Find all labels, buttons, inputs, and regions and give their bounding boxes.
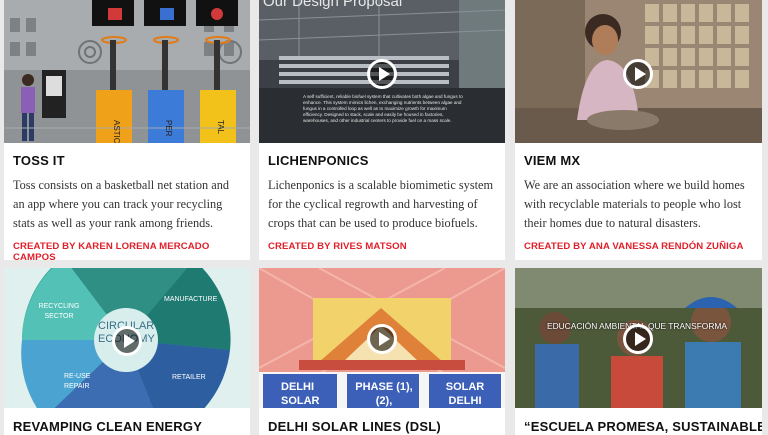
thumb-caption: A self sufficient, reliable biofuel syst… [303,94,463,123]
card-credit[interactable]: CREATED BY RIVES MATSON [268,241,407,252]
card-title[interactable]: TOSS IT [13,153,65,168]
thumb-heading: Our Design Proposal [263,0,403,10]
project-card[interactable]: RECYCLING SECTOR MANUFACTURE CIRCULAR EC… [4,268,250,435]
card-credit[interactable]: CREATED BY ANA VANESSA RENDÓN ZUÑIGA [524,241,743,252]
project-thumbnail[interactable]: DELHI SOLAR PHASE (1), (2), SOLAR DELHI [259,268,505,408]
thumb-label: ASTIC [112,120,121,143]
project-card[interactable]: EDUCACIÓN AMBIENTAL QUE TRANSFORMA “ESCU… [515,268,762,435]
thumb-label: MANUFACTURE [164,296,218,303]
project-card[interactable]: Our Design Proposal A self sufficient, r… [259,0,505,260]
card-title[interactable]: LICHENPONICS [268,153,369,168]
card-description: Lichenponics is a scalable biomimetic sy… [268,178,494,230]
card-title[interactable]: VIEM MX [524,153,580,168]
thumb-label: SOLAR DELHI [445,381,485,407]
play-icon[interactable] [623,324,653,354]
play-icon[interactable] [112,326,142,356]
project-thumbnail[interactable]: EDUCACIÓN AMBIENTAL QUE TRANSFORMA [515,268,762,408]
card-title[interactable]: DELHI SOLAR LINES (DSL) [268,419,441,434]
play-icon[interactable] [367,59,397,89]
thumb-label: RE-USE REPAIR [64,373,91,390]
card-title[interactable]: REVAMPING CLEAN ENERGY [13,419,202,434]
project-card[interactable]: VIEM MX We are an association where we b… [515,0,762,260]
play-icon[interactable] [367,324,397,354]
project-card[interactable]: ASTIC PER TAL TOSS IT Toss consists on a… [4,0,250,260]
project-thumbnail[interactable]: ASTIC PER TAL [4,0,250,143]
card-title[interactable]: “ESCUELA PROMESA, SUSTAINABLE [524,419,762,434]
card-description: We are an association where we build hom… [524,178,745,230]
thumb-label: TAL [216,120,225,135]
thumb-label: RETAILER [172,374,206,381]
thumb-label: PHASE (1), (2), [355,381,413,407]
card-credit[interactable]: CREATED BY KAREN LORENA MERCADO CAMPOS [13,241,250,260]
thumb-label: DELHI SOLAR [281,381,320,407]
thumb-label: PER [164,120,173,137]
project-thumbnail[interactable]: Our Design Proposal A self sufficient, r… [259,0,505,143]
card-description: Toss consists on a basketball net statio… [13,178,230,230]
project-thumbnail[interactable]: RECYCLING SECTOR MANUFACTURE CIRCULAR EC… [4,268,250,408]
play-icon[interactable] [623,59,653,89]
project-thumbnail[interactable] [515,0,762,143]
thumb-label: RECYCLING SECTOR [38,303,80,320]
project-card[interactable]: DELHI SOLAR PHASE (1), (2), SOLAR DELHI … [259,268,505,435]
